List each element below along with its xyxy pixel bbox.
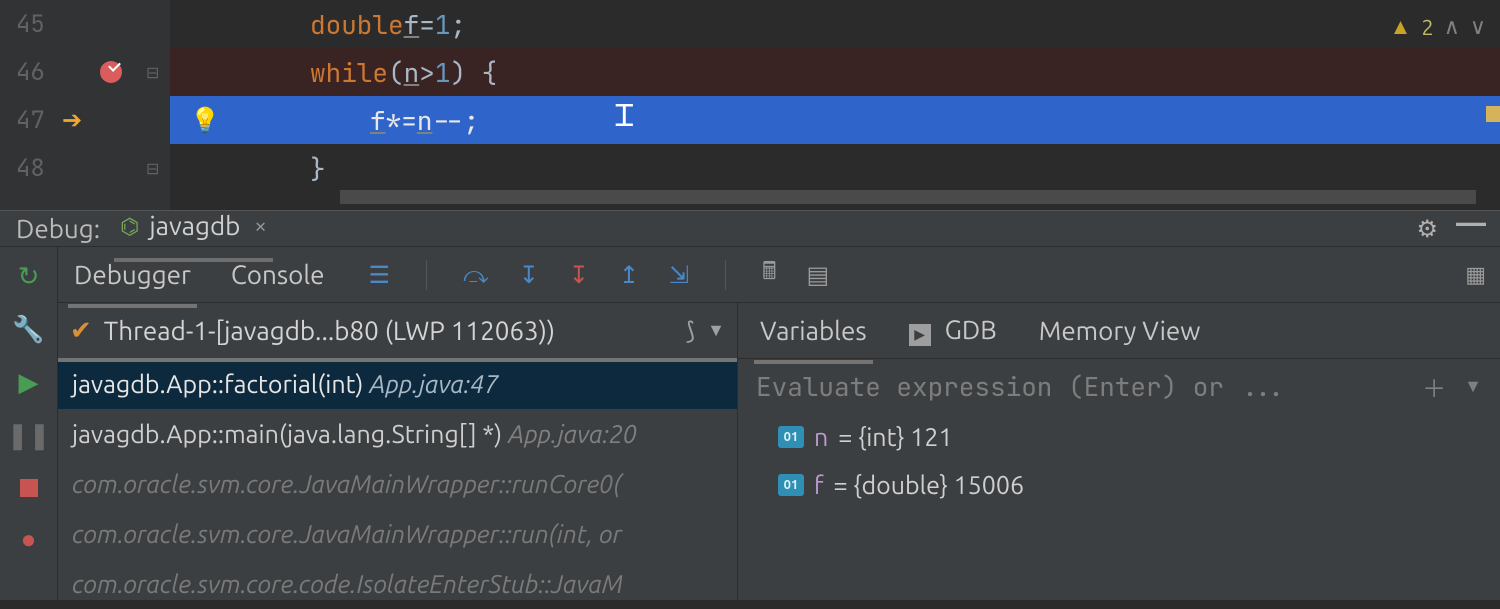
prev-highlight-icon[interactable]: ∧ (1444, 14, 1460, 40)
tab-gdb[interactable]: ▶ GDB (905, 311, 1001, 350)
variables-panel: Variables ▶ GDB Memory View Evaluate exp… (738, 303, 1500, 609)
gutter-line-45: 45 (0, 0, 170, 48)
gutter-line-46: 46 ⊟ (0, 48, 170, 96)
minimize-icon[interactable]: — (1456, 215, 1486, 243)
type-badge-icon: 01 (778, 426, 804, 448)
trace-current-stream-icon[interactable]: ▤ (807, 261, 830, 289)
evaluate-expression-icon[interactable]: 🖩 (762, 254, 776, 295)
chip-icon: ⌬ (120, 214, 139, 240)
text-cursor-icon: Ꮖ (615, 100, 635, 134)
filter-icon[interactable]: ⟆ (686, 317, 695, 345)
gutter-line-48: 48 ⊟ (0, 144, 170, 192)
code-line-47[interactable]: 💡 f *= n--; (170, 96, 1500, 144)
warning-icon: ▲ (1390, 14, 1412, 40)
separator (426, 260, 427, 290)
editor-gutter: 45 46 ⊟ 47 ➔ 48 ⊟ (0, 0, 170, 210)
threads-view-icon[interactable]: ☰ (369, 261, 391, 289)
next-highlight-icon[interactable]: ∨ (1470, 14, 1486, 40)
tab-debugger[interactable]: Debugger (68, 256, 197, 293)
marker-stripe[interactable] (1486, 106, 1500, 122)
eval-placeholder: Evaluate expression (Enter) or ... (756, 369, 1286, 404)
warning-count: 2 (1421, 15, 1433, 40)
stack-frame[interactable]: com.oracle.svm.core.JavaMainWrapper::run… (58, 459, 737, 509)
code-area[interactable]: double f = 1; while (n > 1) { 💡 f *= n--… (170, 0, 1500, 210)
check-icon: ✔ (70, 315, 92, 346)
variable-row[interactable]: 01f = {double} 15006 (738, 461, 1500, 509)
intention-bulb-icon[interactable]: 💡 (190, 105, 220, 136)
fold-toggle-icon[interactable]: ⊟ (146, 62, 159, 83)
execution-pointer-icon: ➔ (62, 105, 82, 136)
debug-left-toolbar: ↻ 🔧 ▶ ❚❚ ● (0, 247, 58, 609)
variables-list[interactable]: 01n = {int} 12101f = {double} 15006 (738, 413, 1500, 509)
vars-tabs: Variables ▶ GDB Memory View (738, 303, 1500, 359)
debug-tabs-row: Debugger Console ☰ ⤼ ↧ ↧ ↥ ⇲ 🖩 ▤ ▦ (58, 247, 1500, 303)
stack-frame[interactable]: com.oracle.svm.core.code.IsolateEnterStu… (58, 559, 737, 609)
debug-title: Debug: (16, 214, 100, 243)
type-badge-icon: 01 (778, 474, 804, 496)
frames-panel: ✔ Thread-1-[javagdb...b80 (LWP 112063)) … (58, 303, 738, 609)
step-into-icon[interactable]: ↧ (519, 261, 539, 289)
thread-selector[interactable]: ✔ Thread-1-[javagdb...b80 (LWP 112063)) … (58, 303, 737, 359)
debug-session-tab[interactable]: ⌬ javagdb × (120, 211, 267, 246)
frame-list[interactable]: javagdb.App::factorial(int) App.java:47j… (58, 359, 737, 609)
code-line-48[interactable]: } (170, 144, 1500, 192)
code-line-46[interactable]: while (n > 1) { (170, 48, 1500, 96)
code-editor[interactable]: 45 46 ⊟ 47 ➔ 48 ⊟ double f = 1; while (n… (0, 0, 1500, 210)
force-step-into-icon[interactable]: ↧ (569, 261, 589, 289)
chevron-down-icon[interactable]: ▼ (707, 320, 725, 341)
layout-settings-icon[interactable]: ▦ (1465, 262, 1500, 288)
close-icon[interactable]: × (254, 213, 266, 238)
tab-console[interactable]: Console (225, 256, 331, 293)
inspections-widget[interactable]: ▲ 2 ∧ ∨ (1390, 14, 1486, 40)
resume-button[interactable]: ▶ (19, 367, 39, 398)
horizontal-scrollbar[interactable] (340, 190, 1476, 204)
stack-frame[interactable]: com.oracle.svm.core.JavaMainWrapper::run… (58, 509, 737, 559)
tab-memory-view[interactable]: Memory View (1035, 312, 1205, 349)
stack-frame[interactable]: javagdb.App::main(java.lang.String[] *) … (58, 409, 737, 459)
variable-row[interactable]: 01n = {int} 121 (738, 413, 1500, 461)
debug-tool-window: Debug: ⌬ javagdb × ⚙ — ↻ 🔧 ▶ ❚❚ ● Debugg… (0, 210, 1500, 600)
tab-variables[interactable]: Variables (756, 312, 871, 349)
step-out-icon[interactable]: ↥ (619, 261, 639, 289)
thread-name: Thread-1-[javagdb...b80 (LWP 112063)) (104, 316, 555, 345)
code-line-45[interactable]: double f = 1; (170, 0, 1500, 48)
pause-button[interactable]: ❚❚ (7, 420, 51, 451)
chevron-down-icon[interactable]: ▼ (1464, 376, 1482, 397)
step-over-icon[interactable]: ⤼ (463, 261, 489, 289)
separator (725, 260, 726, 290)
stop-button[interactable] (20, 473, 38, 502)
add-watch-icon[interactable]: ＋ (1422, 369, 1446, 404)
debug-session-name: javagdb (149, 211, 240, 240)
breakpoint-icon[interactable] (100, 61, 122, 83)
gear-icon[interactable]: ⚙ (1417, 215, 1439, 243)
gutter-line-47: 47 ➔ (0, 96, 170, 144)
evaluate-expression-input[interactable]: Evaluate expression (Enter) or ... ＋ ▼ (738, 359, 1500, 413)
modify-run-config-button[interactable]: 🔧 (12, 314, 44, 345)
play-icon: ▶ (909, 324, 931, 346)
stack-frame[interactable]: javagdb.App::factorial(int) App.java:47 (58, 359, 737, 409)
view-breakpoints-button[interactable]: ● (21, 524, 37, 555)
fold-end-icon: ⊟ (146, 158, 159, 179)
run-to-cursor-icon[interactable]: ⇲ (669, 261, 689, 289)
rerun-button[interactable]: ↻ (18, 261, 40, 292)
debug-header: Debug: ⌬ javagdb × ⚙ — (0, 211, 1500, 247)
